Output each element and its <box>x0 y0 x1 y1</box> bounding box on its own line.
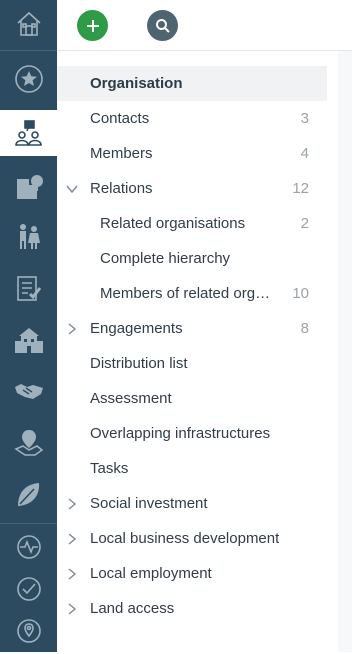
rail-approvals-button[interactable] <box>0 566 57 612</box>
nav-count: 10 <box>292 285 309 302</box>
nav-item-relations[interactable]: Relations 12 <box>57 171 327 206</box>
activity-pulse-icon <box>16 535 41 559</box>
nav-label: Related organisations <box>100 215 246 232</box>
leaf-icon <box>17 483 39 506</box>
nav-item-distribution-list[interactable]: Distribution list <box>57 346 327 381</box>
organisation-navigation-panel: Organisation Contacts 3 Members 4 Relati… <box>57 51 352 652</box>
search-icon <box>155 18 170 33</box>
nav-item-contacts[interactable]: Contacts 3 <box>57 101 327 136</box>
chevron-right-icon[interactable] <box>65 322 79 336</box>
chevron-right-icon[interactable] <box>65 497 79 511</box>
rail-organisations-button[interactable] <box>0 164 57 210</box>
chevron-right-icon[interactable] <box>65 567 79 581</box>
nav-item-members-of-related-organisations[interactable]: Members of related org… 10 <box>57 276 327 311</box>
rail-facilities-button[interactable] <box>0 318 57 364</box>
map-pin-land-icon <box>13 430 43 456</box>
rail-separator <box>0 50 57 51</box>
location-icon <box>16 619 41 643</box>
search-button[interactable] <box>147 10 178 41</box>
nav-label: Overlapping infrastructures <box>90 425 271 442</box>
nav-label: Tasks <box>90 460 129 477</box>
nav-label: Assessment <box>90 390 172 407</box>
nav-label: Local employment <box>90 565 212 582</box>
nav-item-social-investment[interactable]: Social investment <box>57 486 327 521</box>
rail-people-button[interactable] <box>0 214 57 260</box>
nav-item-engagements[interactable]: Engagements 8 <box>57 311 327 346</box>
side-navigation-rail <box>0 0 57 652</box>
nav-count: 3 <box>300 110 309 127</box>
nav-label: Organisation <box>90 75 183 92</box>
chevron-right-icon[interactable] <box>65 602 79 616</box>
people-icon <box>19 224 40 249</box>
nav-label: Members of related org… <box>100 285 271 302</box>
nav-item-local-business-development[interactable]: Local business development <box>57 521 327 556</box>
facility-building-icon <box>14 328 43 353</box>
nav-label: Land access <box>90 600 175 617</box>
rail-stakeholders-button[interactable] <box>0 110 57 156</box>
nav-item-assessment[interactable]: Assessment <box>57 381 327 416</box>
stakeholders-icon <box>14 120 42 146</box>
home-icon <box>16 11 41 36</box>
nav-label: Members <box>90 145 153 162</box>
panel-scroll-area <box>338 51 352 652</box>
nav-item-members[interactable]: Members 4 <box>57 136 327 171</box>
chevron-down-icon[interactable] <box>65 182 79 196</box>
nav-label: Complete hierarchy <box>100 250 231 267</box>
handshake-icon <box>14 384 43 399</box>
rail-locations-button[interactable] <box>0 608 57 654</box>
nav-item-organisation[interactable]: Organisation <box>57 66 327 101</box>
nav-item-local-employment[interactable]: Local employment <box>57 556 327 591</box>
rail-environment-button[interactable] <box>0 472 57 518</box>
nav-item-land-access[interactable]: Land access <box>57 591 327 626</box>
nav-count: 2 <box>300 215 309 232</box>
nav-count: 12 <box>292 180 309 197</box>
rail-tasks-button[interactable] <box>0 265 57 311</box>
nav-count: 8 <box>300 320 309 337</box>
nav-label: Distribution list <box>90 355 188 372</box>
chevron-right-icon[interactable] <box>65 532 79 546</box>
nav-item-related-organisations[interactable]: Related organisations 2 <box>57 206 327 241</box>
rail-favourites-button[interactable] <box>0 56 57 102</box>
nav-item-complete-hierarchy[interactable]: Complete hierarchy <box>57 241 327 276</box>
rail-engagements-button[interactable] <box>0 368 57 414</box>
nav-label: Social investment <box>90 495 208 512</box>
checklist-icon <box>16 276 41 301</box>
nav-label: Contacts <box>90 110 150 127</box>
rail-land-button[interactable] <box>0 420 57 466</box>
rail-activity-button[interactable] <box>0 524 57 570</box>
star-icon <box>14 65 43 93</box>
nav-label: Engagements <box>90 320 183 337</box>
nav-count: 4 <box>300 145 309 162</box>
nav-label: Relations <box>90 180 153 197</box>
add-button[interactable] <box>77 10 108 41</box>
plus-icon <box>86 19 99 32</box>
organisation-building-icon <box>16 175 43 199</box>
rail-home-button[interactable] <box>0 1 57 47</box>
top-toolbar <box>57 0 352 51</box>
check-circle-icon <box>16 577 41 601</box>
nav-item-overlapping-infrastructures[interactable]: Overlapping infrastructures <box>57 416 327 451</box>
nav-item-tasks[interactable]: Tasks <box>57 451 327 486</box>
nav-label: Local business development <box>90 530 280 547</box>
